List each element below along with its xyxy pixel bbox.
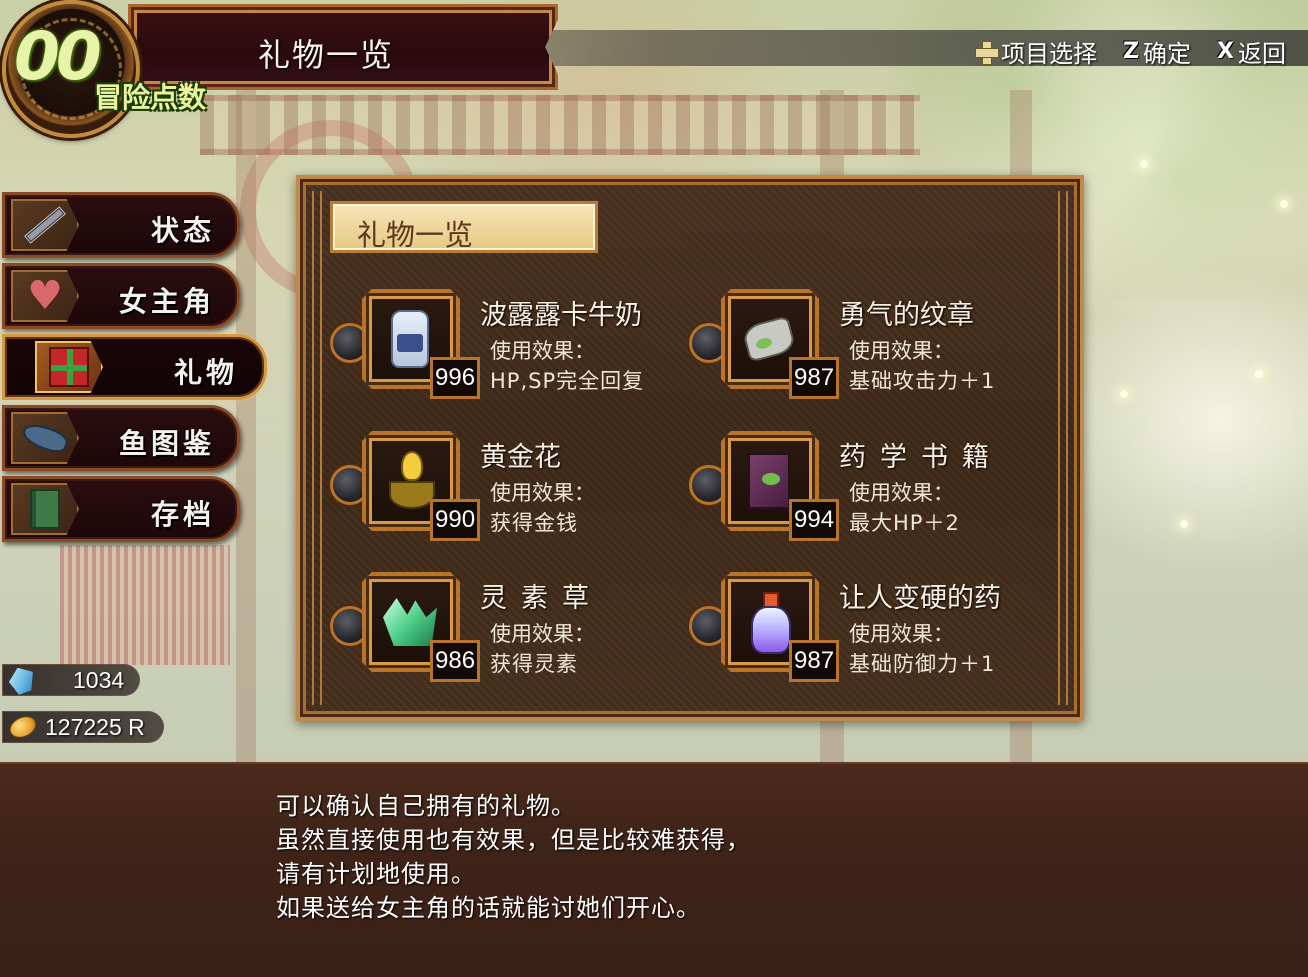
menu-icon-frame xyxy=(11,483,79,535)
item-name: 黄金花 xyxy=(480,442,561,473)
coin-icon xyxy=(6,712,40,742)
emblem-icon xyxy=(741,315,797,363)
adventure-points-value: 00 xyxy=(14,18,102,95)
item-effect: 基础攻击力＋1 xyxy=(849,369,996,393)
menu-icon-frame xyxy=(11,199,79,251)
item-quantity: 996 xyxy=(430,357,481,399)
gift-item[interactable]: 986 灵素草 使用效果： 获得灵素 xyxy=(330,572,680,682)
control-hints: 项目选择 Z 确定 X 返回 xyxy=(975,34,1286,69)
menu-icon-frame xyxy=(35,341,103,393)
menu-item-status[interactable]: 状态 xyxy=(2,192,240,258)
item-quantity: 986 xyxy=(430,640,481,682)
item-quantity: 994 xyxy=(789,499,840,541)
sparkle xyxy=(1255,370,1263,378)
menu-item-save[interactable]: 存档 xyxy=(2,476,240,542)
item-name: 灵素草 xyxy=(480,583,603,614)
item-name: 药学书籍 xyxy=(839,442,1003,473)
money-value: 127225 R xyxy=(45,713,145,740)
item-effect-label: 使用效果： xyxy=(849,481,954,505)
hint-back-label: 返回 xyxy=(1238,40,1286,68)
sparkle xyxy=(1120,390,1128,398)
z-key-icon: Z xyxy=(1123,39,1140,64)
panel-title: 礼物一览 xyxy=(357,218,474,252)
panel-title-box: 礼物一览 xyxy=(330,201,598,253)
item-effect: 获得灵素 xyxy=(490,652,578,676)
menu-item-label: 女主角 xyxy=(118,285,215,318)
crystal-counter: 1034 xyxy=(2,664,140,696)
sword-icon xyxy=(25,207,65,243)
description-line: 请有计划地使用。 xyxy=(276,860,476,888)
item-effect: 最大HP＋2 xyxy=(849,511,960,535)
gift-item[interactable]: 987 勇气的纹章 使用效果： 基础攻击力＋1 xyxy=(689,289,1039,399)
menu-item-heroines[interactable]: ♥ 女主角 xyxy=(2,263,240,329)
fringe-decoration xyxy=(60,545,230,665)
description-line: 虽然直接使用也有效果，但是比较难获得， xyxy=(276,826,751,854)
item-effect-label: 使用效果： xyxy=(490,481,595,505)
dpad-icon xyxy=(975,40,1000,65)
item-quantity: 987 xyxy=(789,357,840,399)
item-name: 让人变硬的药 xyxy=(839,583,1001,614)
menu-icon-frame: ♥ xyxy=(11,270,79,322)
description-box: 可以确认自己拥有的礼物。 虽然直接使用也有效果，但是比较难获得， 请有计划地使用… xyxy=(0,762,1308,977)
book-icon xyxy=(30,489,60,529)
heart-icon: ♥ xyxy=(27,273,63,319)
milk-bottle-icon xyxy=(391,310,429,368)
crystal-icon xyxy=(5,663,38,696)
money-counter: 127225 R xyxy=(2,711,164,743)
crystal-herb-icon xyxy=(383,598,437,646)
item-effect: HP,SP完全回复 xyxy=(490,369,645,393)
crystal-value: 1034 xyxy=(73,666,125,693)
gift-item[interactable]: 987 让人变硬的药 使用效果： 基础防御力＋1 xyxy=(689,572,1039,682)
potion-icon xyxy=(749,592,791,654)
golden-flower-icon xyxy=(385,451,435,511)
menu-item-gifts[interactable]: 礼物 xyxy=(2,334,267,400)
item-effect-label: 使用效果： xyxy=(849,339,954,363)
gift-list-panel: 礼物一览 996 波露露卡牛奶 使用效果： HP,SP完全回复 987 勇气的纹… xyxy=(296,175,1084,721)
item-effect: 基础防御力＋1 xyxy=(849,652,996,676)
menu-item-label: 状态 xyxy=(150,214,215,247)
fish-icon xyxy=(19,419,71,457)
book-icon xyxy=(748,453,790,509)
hint-select-label: 项目选择 xyxy=(1001,40,1098,68)
gift-item[interactable]: 990 黄金花 使用效果： 获得金钱 xyxy=(330,431,680,541)
menu-item-fish-guide[interactable]: 鱼图鉴 xyxy=(2,405,240,471)
item-quantity: 987 xyxy=(789,640,840,682)
item-name: 波露露卡牛奶 xyxy=(480,300,642,331)
hint-confirm-label: 确定 xyxy=(1143,40,1192,68)
item-name: 勇气的纹章 xyxy=(839,300,974,331)
item-effect: 获得金钱 xyxy=(490,511,578,535)
menu-icon-frame xyxy=(11,412,79,464)
hint-select: 项目选择 xyxy=(975,34,1097,69)
description-line: 如果送给女主角的话就能讨她们开心。 xyxy=(276,894,701,922)
gift-item[interactable]: 996 波露露卡牛奶 使用效果： HP,SP完全回复 xyxy=(330,289,680,399)
sparkle xyxy=(1140,160,1148,168)
x-key-icon: X xyxy=(1217,39,1234,64)
item-effect-label: 使用效果： xyxy=(490,622,595,646)
hint-confirm: Z 确定 xyxy=(1123,34,1191,69)
menu-item-label: 存档 xyxy=(150,498,215,531)
adventure-points-label: 冒险点数 xyxy=(94,81,207,114)
menu-item-label: 礼物 xyxy=(173,356,238,389)
item-effect-label: 使用效果： xyxy=(849,622,954,646)
gift-icon xyxy=(49,347,89,387)
sparkle xyxy=(1280,200,1288,208)
description-line: 可以确认自己拥有的礼物。 xyxy=(276,792,576,820)
item-quantity: 990 xyxy=(430,499,481,541)
item-effect-label: 使用效果： xyxy=(490,339,595,363)
menu-item-label: 鱼图鉴 xyxy=(118,427,215,460)
hint-back: X 返回 xyxy=(1217,34,1286,69)
page-title: 礼物一览 xyxy=(258,36,395,74)
gift-item[interactable]: 994 药学书籍 使用效果： 最大HP＋2 xyxy=(689,431,1039,541)
sparkle xyxy=(1180,520,1188,528)
